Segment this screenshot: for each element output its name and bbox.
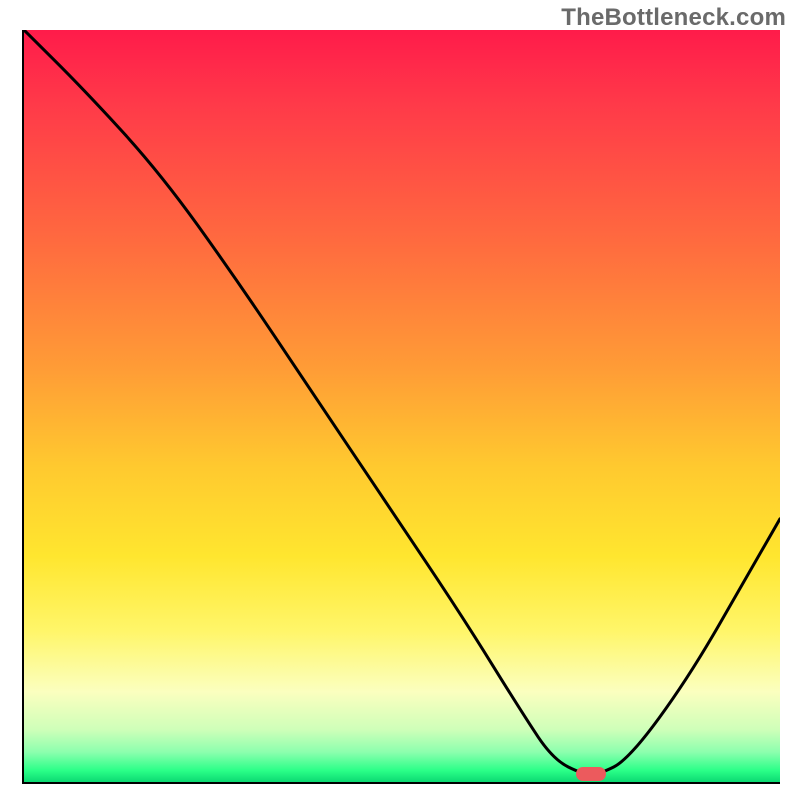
optimal-marker (576, 767, 606, 781)
chart-plot-area (22, 30, 780, 784)
watermark-attribution: TheBottleneck.com (561, 4, 786, 32)
bottleneck-curve (24, 30, 780, 782)
